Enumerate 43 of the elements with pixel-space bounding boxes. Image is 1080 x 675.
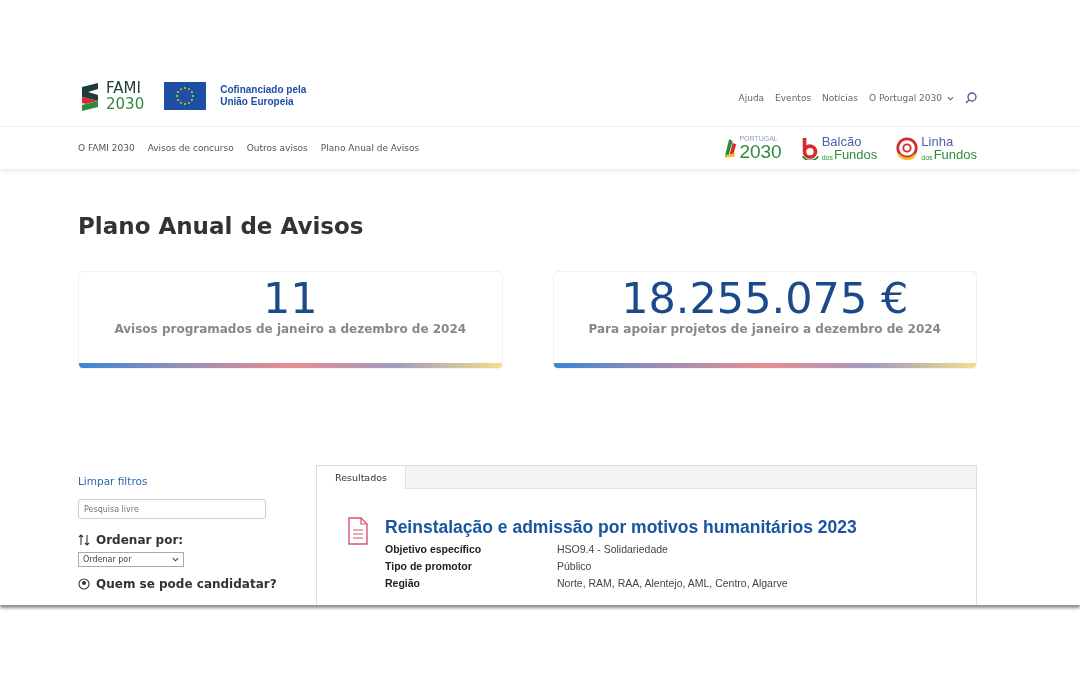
field-label: Tipo de promotor [385,559,473,574]
top-nav-link[interactable]: Notícias [822,93,858,103]
field-label: Região [385,576,421,591]
logo-text: FAMI [106,80,142,96]
sort-heading: Ordenar por: [96,533,184,547]
b-letter-icon [799,136,820,160]
search-field[interactable]: Pesquisa livre [78,499,266,519]
logo-text: Fundos [833,148,878,161]
main-nav-link[interactable]: O FAMI 2030 [78,143,135,153]
logo-year: 2030 [739,142,782,161]
stat-value: 18.255.075 € [621,274,909,322]
logo-year: 2030 [106,96,145,112]
top-nav-link[interactable]: O Portugal 2030 [869,93,954,103]
clear-filters-link[interactable]: Limpar filtros [78,475,148,487]
main-nav-link[interactable]: Outros avisos [246,143,308,153]
search-icon[interactable] [965,92,977,104]
stat-caption: Avisos programados de janeiro a dezembro de 2024 [114,322,467,336]
field-label: Objetivo específico [385,542,483,557]
result-title-link[interactable]: Reinstalação e admissão por motivos humanitários 2023 [385,517,857,538]
page-title: Plano Anual de Avisos [78,213,365,241]
field-value: Norte, RAM, RAA, Alentejo, AML, Centro, Algarve [557,576,788,591]
results-tab[interactable]: Resultados [317,466,406,489]
logo-text: Balcão [821,135,863,148]
main-nav-link[interactable]: Avisos de concurso [147,143,234,153]
sort-select[interactable]: Ordenar por [78,552,184,567]
flag-swoosh-icon [723,137,738,159]
field-value: HSO9.4 - Solidariedade [557,542,668,557]
eu-label: Cofinanciado pela [220,84,307,96]
filter-heading: Quem se pode candidatar? [96,577,277,591]
field-value: Público [557,559,592,574]
ribbon-logo-icon [80,81,100,111]
eu-flag-icon [164,82,207,110]
stat-value: 11 [262,274,318,322]
eu-label: União Europeia [220,96,295,108]
main-nav-link[interactable]: Plano Anual de Avisos [320,143,420,153]
document-icon [347,517,369,545]
caret-icon [172,557,179,562]
top-nav-link[interactable]: Eventos [775,93,812,103]
top-nav-link[interactable]: Ajuda [738,93,765,103]
sort-icon [78,534,90,546]
logo-text: Fundos [933,148,977,161]
stat-caption: Para apoiar projetos de janeiro a dezembro de 2024 [588,322,941,336]
logo-text: Linha [921,135,955,148]
